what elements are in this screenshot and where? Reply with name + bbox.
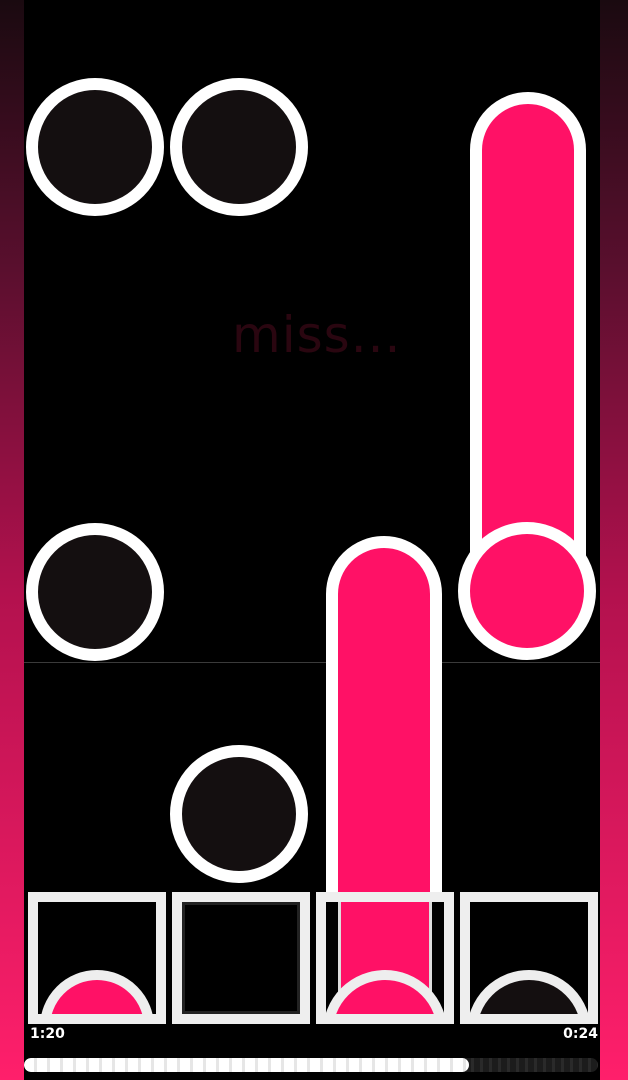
judgement-line [24, 662, 600, 663]
lane-pad-4[interactable] [460, 892, 598, 1024]
game-stage: miss... 1:20 0:24 [0, 0, 628, 1080]
elapsed-time: 1:20 [30, 1026, 65, 1042]
lane-pad-1[interactable] [28, 892, 166, 1024]
lane-pad-3[interactable] [316, 892, 454, 1024]
remaining-time: 0:24 [563, 1026, 598, 1042]
tap-note [170, 78, 308, 216]
pad-press-indicator [40, 970, 154, 1014]
judgement-text: miss... [232, 306, 402, 364]
song-progress-bar[interactable] [24, 1058, 598, 1072]
tap-note [170, 745, 308, 883]
pad-press-indicator [470, 970, 588, 1014]
right-gradient-bar [600, 0, 628, 1080]
left-gradient-bar [0, 0, 24, 1080]
hold-note-body [326, 536, 442, 936]
lane-pad-2[interactable] [172, 892, 310, 1024]
tap-note [26, 78, 164, 216]
song-progress-fill [24, 1058, 469, 1072]
pad-inner-frame [182, 902, 300, 1014]
hold-note-body [470, 92, 586, 562]
hold-note-head [458, 522, 596, 660]
tap-note [26, 523, 164, 661]
